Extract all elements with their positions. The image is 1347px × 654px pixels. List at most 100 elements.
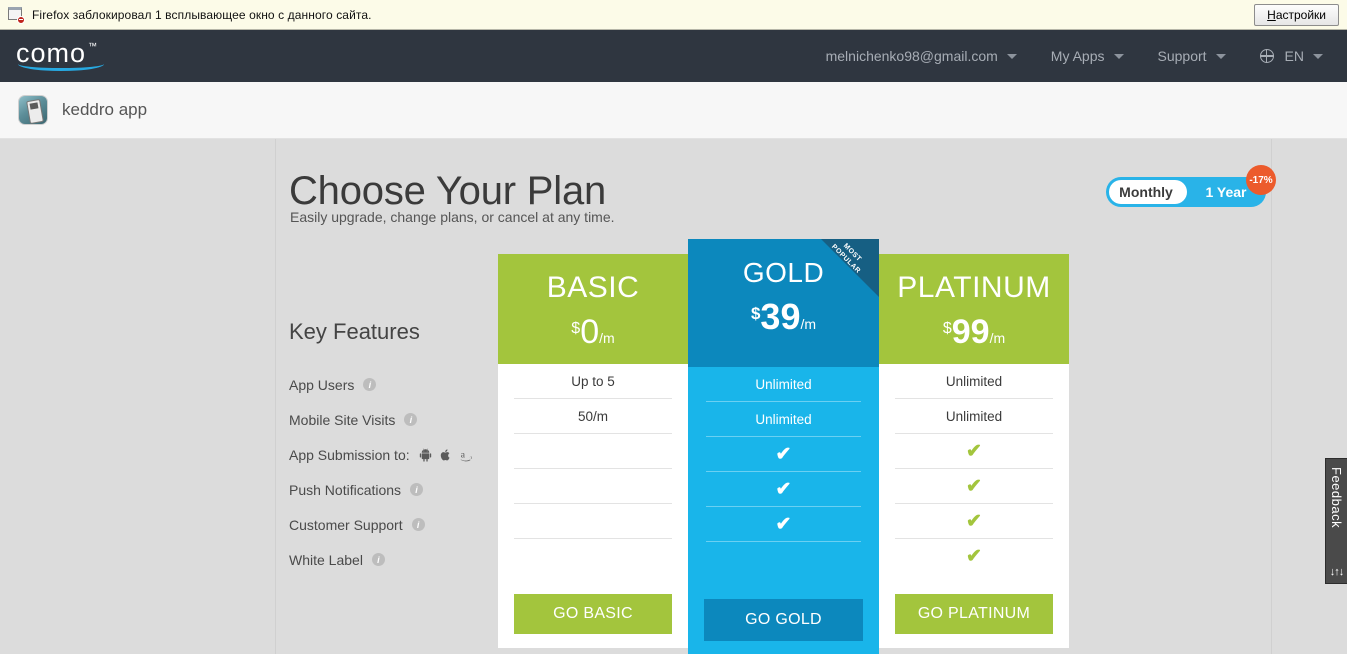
notification-settings-button[interactable]: Настройки — [1254, 4, 1339, 26]
plan-cards-group: BASIC $0/m Up to 5 50/m GO BASIC MOST PO… — [498, 139, 1070, 654]
plan-name-basic: BASIC — [546, 271, 640, 304]
info-icon[interactable]: i — [410, 483, 424, 496]
nav-right-group: melnichenko98@gmail.com My Apps Support … — [826, 48, 1331, 64]
plan-cell — [706, 542, 861, 577]
page-body: Choose Your Plan Easily upgrade, change … — [0, 139, 1347, 654]
info-icon[interactable]: i — [411, 518, 425, 531]
pricing-content-area: Choose Your Plan Easily upgrade, change … — [275, 139, 1276, 654]
app-name-label: keddro app — [62, 100, 148, 119]
settings-label: астройки — [1275, 8, 1326, 22]
currency-symbol: $ — [571, 320, 581, 337]
feature-row-customer-support: Customer Support i — [289, 507, 519, 542]
currency-symbol: $ — [942, 320, 952, 337]
plan-card-gold: MOST POPULAR GOLD $39/m Unlimited Unlimi… — [688, 239, 879, 654]
logo-wordmark: como — [16, 38, 87, 68]
app-header: keddro app — [0, 82, 1347, 139]
key-features-column: Key Features App Users i Mobile Site Vis… — [289, 319, 519, 577]
nav-language-label: EN — [1284, 48, 1304, 64]
chevron-down-icon — [1215, 53, 1226, 59]
plan-cell — [514, 434, 672, 469]
plan-card-platinum-header: PLATINUM $99/m — [879, 254, 1069, 364]
feature-row-app-submission: App Submission to: a — [289, 437, 519, 472]
billing-period-toggle-wrapper: Monthly 1 Year -17% — [1106, 165, 1276, 207]
price-period: /m — [989, 330, 1006, 346]
settings-accesskey: Н — [1267, 8, 1276, 22]
billing-period-toggle[interactable]: Monthly 1 Year — [1106, 177, 1266, 207]
svg-text:a: a — [460, 449, 465, 460]
android-icon — [419, 447, 431, 462]
nav-my-apps-label: My Apps — [1050, 48, 1105, 64]
plan-cell: Unlimited — [895, 364, 1053, 399]
plan-cell: Unlimited — [706, 367, 861, 402]
nav-my-apps-menu[interactable]: My Apps — [1051, 48, 1124, 64]
apple-icon — [440, 448, 450, 460]
plan-price-gold: $39/m — [688, 297, 879, 342]
chevron-down-icon — [1006, 53, 1017, 59]
feature-label: App Submission to: — [289, 446, 410, 463]
plan-card-basic-footer: GO BASIC — [498, 574, 688, 634]
price-amount: 39 — [760, 296, 801, 337]
check-icon: ✔ — [775, 513, 792, 535]
feedback-label: Feedback — [1329, 467, 1344, 529]
feature-row-app-users: App Users i — [289, 367, 519, 402]
check-icon: ✔ — [966, 510, 982, 532]
price-period: /m — [599, 330, 615, 346]
check-icon: ✔ — [775, 478, 792, 500]
discount-badge: -17% — [1246, 165, 1276, 195]
currency-symbol: $ — [750, 304, 761, 323]
check-icon: ✔ — [966, 440, 982, 462]
plan-cell — [514, 539, 672, 574]
plan-name-platinum: PLATINUM — [897, 271, 1051, 304]
plan-cell: Up to 5 — [514, 364, 672, 399]
resize-arrows-icon: ↓↑↓ — [1329, 566, 1344, 578]
logo-swoosh-icon — [18, 64, 104, 71]
price-amount: 0 — [580, 313, 600, 351]
popup-blocked-notification-bar: Firefox заблокировал 1 всплывающее окно … — [0, 0, 1347, 30]
check-icon: ✔ — [966, 546, 982, 567]
feature-label: Customer Support — [289, 516, 403, 533]
plan-cell — [514, 469, 672, 504]
plan-card-gold-footer: GO GOLD — [688, 577, 879, 641]
nav-account-menu[interactable]: melnichenko98@gmail.com — [826, 48, 1017, 64]
plan-cell: Unlimited — [706, 402, 861, 437]
key-features-title: Key Features — [289, 319, 420, 344]
plan-card-basic: BASIC $0/m Up to 5 50/m GO BASIC — [498, 254, 688, 648]
plan-card-gold-header: MOST POPULAR GOLD $39/m — [688, 239, 879, 367]
plan-card-basic-header: BASIC $0/m — [498, 254, 688, 364]
go-gold-button[interactable]: GO GOLD — [704, 599, 863, 641]
feature-row-white-label: White Label i — [289, 542, 519, 577]
feature-row-mobile-site-visits: Mobile Site Visits i — [289, 402, 519, 437]
notification-message: Firefox заблокировал 1 всплывающее окно … — [32, 7, 372, 22]
info-icon[interactable]: i — [371, 553, 385, 566]
top-navigation-bar: como ™ melnichenko98@gmail.com My Apps S… — [0, 30, 1347, 82]
plan-cell — [514, 504, 672, 539]
plan-price-basic: $0/m — [498, 312, 688, 356]
feature-label: Mobile Site Visits — [289, 411, 396, 428]
feedback-tab[interactable]: Feedback ↓↑↓ — [1325, 458, 1347, 584]
info-icon[interactable]: i — [363, 378, 377, 391]
plan-price-platinum: $99/m — [879, 312, 1069, 356]
plan-card-gold-body: Unlimited Unlimited ✔ ✔ ✔ — [688, 367, 879, 577]
nav-language-menu[interactable]: EN — [1259, 48, 1323, 64]
feature-row-push-notifications: Push Notifications i — [289, 472, 519, 507]
feature-label: White Label — [289, 551, 363, 568]
info-icon[interactable]: i — [404, 413, 418, 426]
como-logo[interactable]: como ™ — [16, 38, 104, 73]
feature-label: App Users — [289, 376, 355, 393]
check-icon: ✔ — [775, 443, 792, 465]
trademark-symbol: ™ — [88, 41, 98, 51]
go-platinum-button[interactable]: GO PLATINUM — [895, 594, 1053, 634]
store-icon-group: a — [419, 447, 474, 462]
chevron-down-icon — [1313, 53, 1323, 59]
plan-card-platinum-footer: GO PLATINUM — [879, 574, 1069, 634]
toggle-option-monthly[interactable]: Monthly — [1106, 177, 1186, 207]
nav-support-menu[interactable]: Support — [1158, 48, 1226, 64]
nav-support-label: Support — [1157, 48, 1207, 64]
globe-icon — [1259, 49, 1274, 63]
go-basic-button[interactable]: GO BASIC — [514, 594, 672, 634]
plan-card-platinum: PLATINUM $99/m Unlimited Unlimited ✔ ✔ ✔… — [879, 254, 1069, 648]
plan-card-basic-body: Up to 5 50/m — [498, 364, 688, 574]
chevron-down-icon — [1113, 53, 1124, 59]
plan-cell: Unlimited — [895, 399, 1053, 434]
feature-label: Push Notifications — [289, 481, 402, 498]
